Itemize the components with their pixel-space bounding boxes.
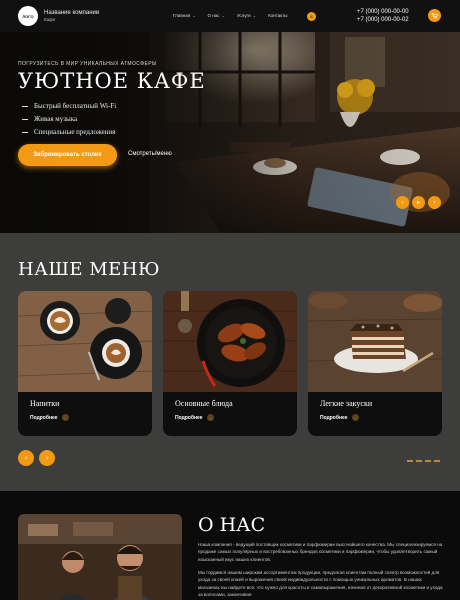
feature-text: Живая музыка [34,115,78,123]
card-title: Легкие закуски [320,399,373,408]
cart-icon [431,13,438,19]
about-section: О НАС Наша компания - ведущий поставщик … [0,491,460,600]
dash-icon [22,105,28,107]
site-header: ЛОГО Название компании Кафе Главная ⌄ О н… [0,0,460,32]
logo[interactable]: ЛОГО [18,6,38,26]
menu-prev-button[interactable]: ‹ [18,450,34,466]
nav-badge[interactable]: 8 [307,12,316,21]
card-title: Напитки [30,399,60,408]
pager-dot[interactable] [416,460,422,462]
main-dishes-image [163,291,297,392]
feature-item: Специальные предложения [22,128,116,136]
menu-title: НАШЕ МЕНЮ [18,259,160,280]
nav-label: Контакты [268,13,288,18]
about-paragraph-1: Наша компания - ведущий поставщик космет… [198,542,443,562]
pager-dot[interactable] [425,460,431,462]
menu-section: НАШЕ МЕНЮ Напитки Подробнее → Основные б… [0,233,460,491]
drinks-image [18,291,152,392]
nav-label: Главная [173,13,191,18]
phone-2[interactable]: +7 (000) 000-00-02 [357,16,409,24]
play-icon: ▸ [416,200,420,206]
hero-play-button[interactable]: ▸ [412,196,425,209]
dash-icon [22,118,28,120]
nav-item-about[interactable]: О нас ⌄ [208,13,225,18]
hero-prev-button[interactable]: ‹ [396,196,409,209]
hero-eyebrow: ПОГРУЗИТЕСЬ В МИР УНИКАЛЬНЫХ АТМОСФЕРЫ [18,61,157,67]
feature-item: Быстрый бесплатный Wi-Fi [22,102,116,110]
snacks-image [308,291,442,392]
menu-pager [407,460,440,462]
cart-button[interactable] [428,9,441,22]
card-more-link[interactable]: Подробнее → [30,414,69,421]
feature-text: Специальные предложения [34,128,116,136]
view-menu-link[interactable]: Смотреть/меню [128,151,172,157]
chevron-down-icon: ⌄ [252,13,257,18]
chevron-left-icon: ‹ [401,199,404,206]
hero-section: ПОГРУЗИТЕСЬ В МИР УНИКАЛЬНЫХ АТМОСФЕРЫ У… [0,32,460,233]
hero-title: УЮТНОЕ КАФЕ [18,69,206,93]
menu-card-drinks[interactable]: Напитки Подробнее → [18,291,152,436]
arrow-right-icon: → [206,414,214,421]
nav-item-contacts[interactable]: Контакты [268,13,287,18]
menu-next-button[interactable]: › [39,450,55,466]
menu-card-main-dishes[interactable]: Основные блюда Подробнее → [163,291,297,436]
chevron-right-icon: › [433,199,436,206]
feature-item: Живая музыка [22,115,116,123]
nav-item-services[interactable]: Услуги ⌄ [237,13,256,18]
chevron-down-icon: ⌄ [221,13,225,18]
chevron-right-icon: › [45,454,49,462]
pager-dot[interactable] [407,460,413,462]
nav-label: О нас [207,13,220,18]
more-label: Подробнее [320,414,348,421]
chevron-down-icon: ⌄ [192,13,196,18]
about-paragraph-2: Мы гордимся нашим широким ассортиментом … [198,570,443,598]
main-nav: Главная ⌄ О нас ⌄ Услуги ⌄ Контакты [173,13,300,18]
arrow-right-icon: → [351,414,359,421]
feature-list: Быстрый бесплатный Wi-Fi Живая музыка Сп… [22,102,116,141]
card-more-link[interactable]: Подробнее → [320,414,359,421]
hero-next-button[interactable]: › [428,196,441,209]
pager-dot[interactable] [434,460,440,462]
book-table-button[interactable]: Забронировать столик [18,144,117,166]
feature-text: Быстрый бесплатный Wi-Fi [34,102,117,110]
company-subtitle: Кафе [44,16,56,22]
nav-item-home[interactable]: Главная ⌄ [173,13,196,18]
baristas-photo [18,514,182,600]
company-block: Название компании Кафе [44,10,99,23]
menu-card-snacks[interactable]: Легкие закуски Подробнее → [308,291,442,436]
card-title: Основные блюда [175,399,233,408]
more-label: Подробнее [30,414,58,421]
chevron-left-icon: ‹ [24,454,28,462]
arrow-right-icon: → [61,414,69,421]
dash-icon [22,131,28,133]
baristas-image [18,514,182,600]
company-name: Название компании [44,9,100,16]
more-label: Подробнее [175,414,203,421]
card-more-link[interactable]: Подробнее → [175,414,214,421]
phone-1[interactable]: +7 (000) 000-00-00 [357,8,409,16]
phone-numbers: +7 (000) 000-00-00 +7 (000) 000-00-02 [357,8,409,24]
about-title: О НАС [198,514,266,536]
nav-label: Услуги [236,13,251,18]
